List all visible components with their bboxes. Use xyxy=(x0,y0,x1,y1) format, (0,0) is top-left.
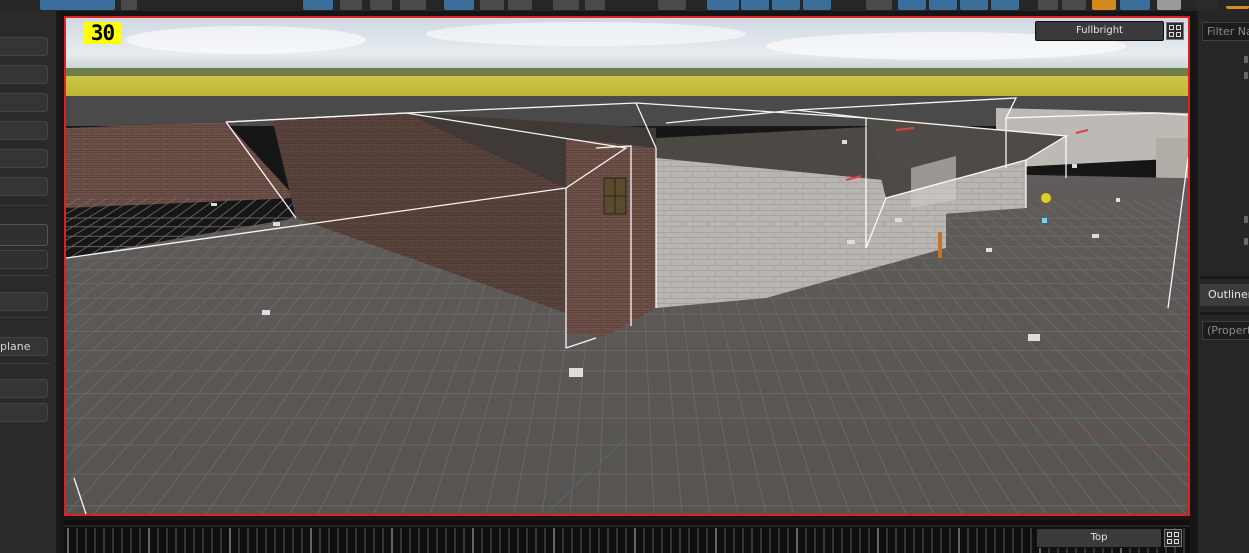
property-field[interactable] xyxy=(0,121,48,140)
accent-bar xyxy=(1226,6,1249,9)
scroll-marker xyxy=(1244,238,1248,245)
tool-button[interactable] xyxy=(1062,0,1086,10)
tool-button[interactable] xyxy=(585,0,605,10)
property-field[interactable] xyxy=(0,224,48,246)
divider xyxy=(0,205,50,206)
tool-button[interactable] xyxy=(1120,0,1150,10)
scroll-marker xyxy=(1244,72,1248,79)
tool-button[interactable] xyxy=(1196,0,1218,10)
property-field[interactable] xyxy=(0,93,48,112)
tab-outliner[interactable]: Outliner xyxy=(1200,284,1249,306)
viewport-area: 30 Fullbright Top xyxy=(58,11,1196,553)
tool-button[interactable] xyxy=(707,0,739,10)
property-field[interactable] xyxy=(0,37,48,56)
divider xyxy=(0,317,50,318)
tool-button[interactable] xyxy=(929,0,957,10)
divider xyxy=(0,363,50,364)
tool-button[interactable] xyxy=(898,0,926,10)
grid-layout-icon[interactable] xyxy=(1166,22,1184,40)
tool-button[interactable] xyxy=(508,0,532,10)
field-value: plane xyxy=(0,340,31,353)
scroll-marker xyxy=(1244,216,1248,223)
property-field[interactable] xyxy=(0,292,48,311)
top-view-render xyxy=(64,525,1190,553)
tool-button[interactable] xyxy=(303,0,333,10)
tool-button[interactable] xyxy=(866,0,892,10)
top-viewport[interactable]: Top xyxy=(64,520,1190,553)
properties-panel: plane xyxy=(0,11,57,553)
tool-button[interactable] xyxy=(991,0,1019,10)
globe-icon[interactable] xyxy=(121,0,137,10)
tool-button[interactable] xyxy=(340,0,362,10)
divider xyxy=(0,275,50,276)
tool-button[interactable] xyxy=(480,0,504,10)
tool-button[interactable] xyxy=(658,0,686,10)
property-field[interactable] xyxy=(0,65,48,84)
tool-button[interactable] xyxy=(1157,0,1181,10)
property-field[interactable] xyxy=(0,250,48,269)
select-tool-button[interactable] xyxy=(40,0,115,10)
fps-counter: 30 xyxy=(84,22,121,44)
tool-button[interactable] xyxy=(553,0,579,10)
tool-button[interactable] xyxy=(444,0,474,10)
tool-button[interactable] xyxy=(960,0,988,10)
view-mode-button[interactable]: Top xyxy=(1036,528,1162,548)
tool-button[interactable] xyxy=(1038,0,1058,10)
tool-button[interactable] xyxy=(772,0,800,10)
properties-search-input[interactable]: (Propert xyxy=(1202,321,1249,340)
tool-button[interactable] xyxy=(803,0,831,10)
grid-layout-icon[interactable] xyxy=(1164,529,1182,547)
scroll-marker xyxy=(1244,56,1248,63)
filter-input[interactable]: Filter Na xyxy=(1202,22,1249,41)
property-field[interactable] xyxy=(0,379,48,398)
tool-button[interactable] xyxy=(741,0,769,10)
property-field[interactable] xyxy=(0,149,48,168)
main-toolbar xyxy=(0,0,1249,11)
right-panel: Filter Na Outliner (Propert xyxy=(1197,11,1249,553)
scene-render xyxy=(66,18,1188,514)
tool-button[interactable] xyxy=(1092,0,1116,10)
tool-button[interactable] xyxy=(400,0,426,10)
divider xyxy=(1200,312,1249,315)
property-field[interactable] xyxy=(0,403,48,422)
divider xyxy=(1200,276,1249,279)
property-field[interactable] xyxy=(0,177,48,196)
tool-button[interactable] xyxy=(370,0,392,10)
perspective-viewport[interactable]: 30 Fullbright xyxy=(64,16,1190,516)
property-field[interactable]: plane xyxy=(0,337,48,356)
render-mode-button[interactable]: Fullbright xyxy=(1035,21,1164,41)
editor-window: plane 30 Fullbright Top Filter Na Outlin… xyxy=(0,0,1249,553)
